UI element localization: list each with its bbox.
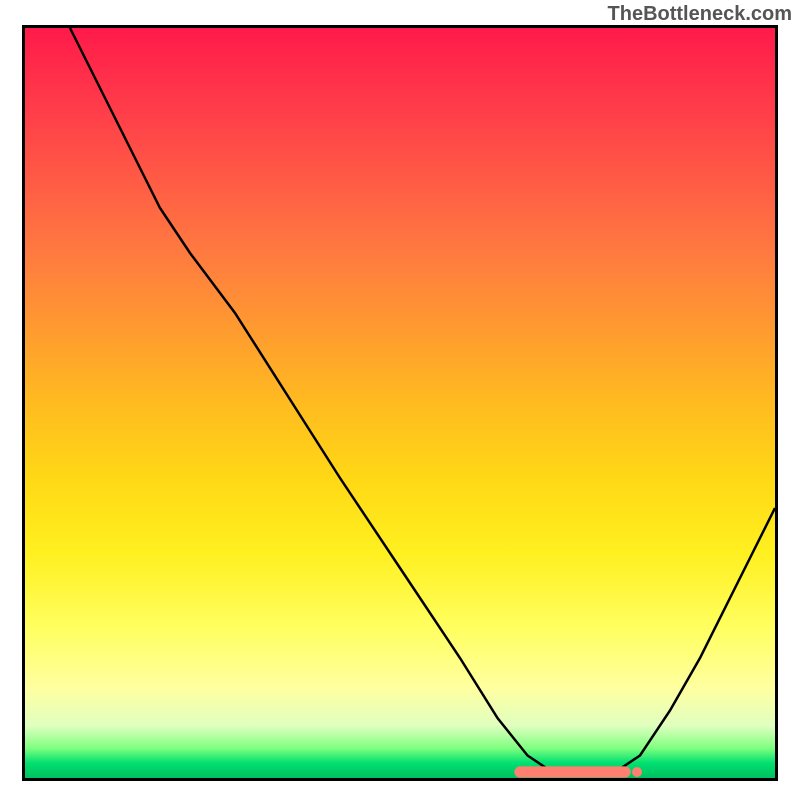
watermark-text: TheBottleneck.com [608, 3, 792, 26]
optimal-range-marker [520, 767, 642, 777]
chart-plot-area [22, 25, 778, 781]
bottleneck-curve-line [70, 28, 775, 774]
chart-svg [25, 28, 775, 778]
